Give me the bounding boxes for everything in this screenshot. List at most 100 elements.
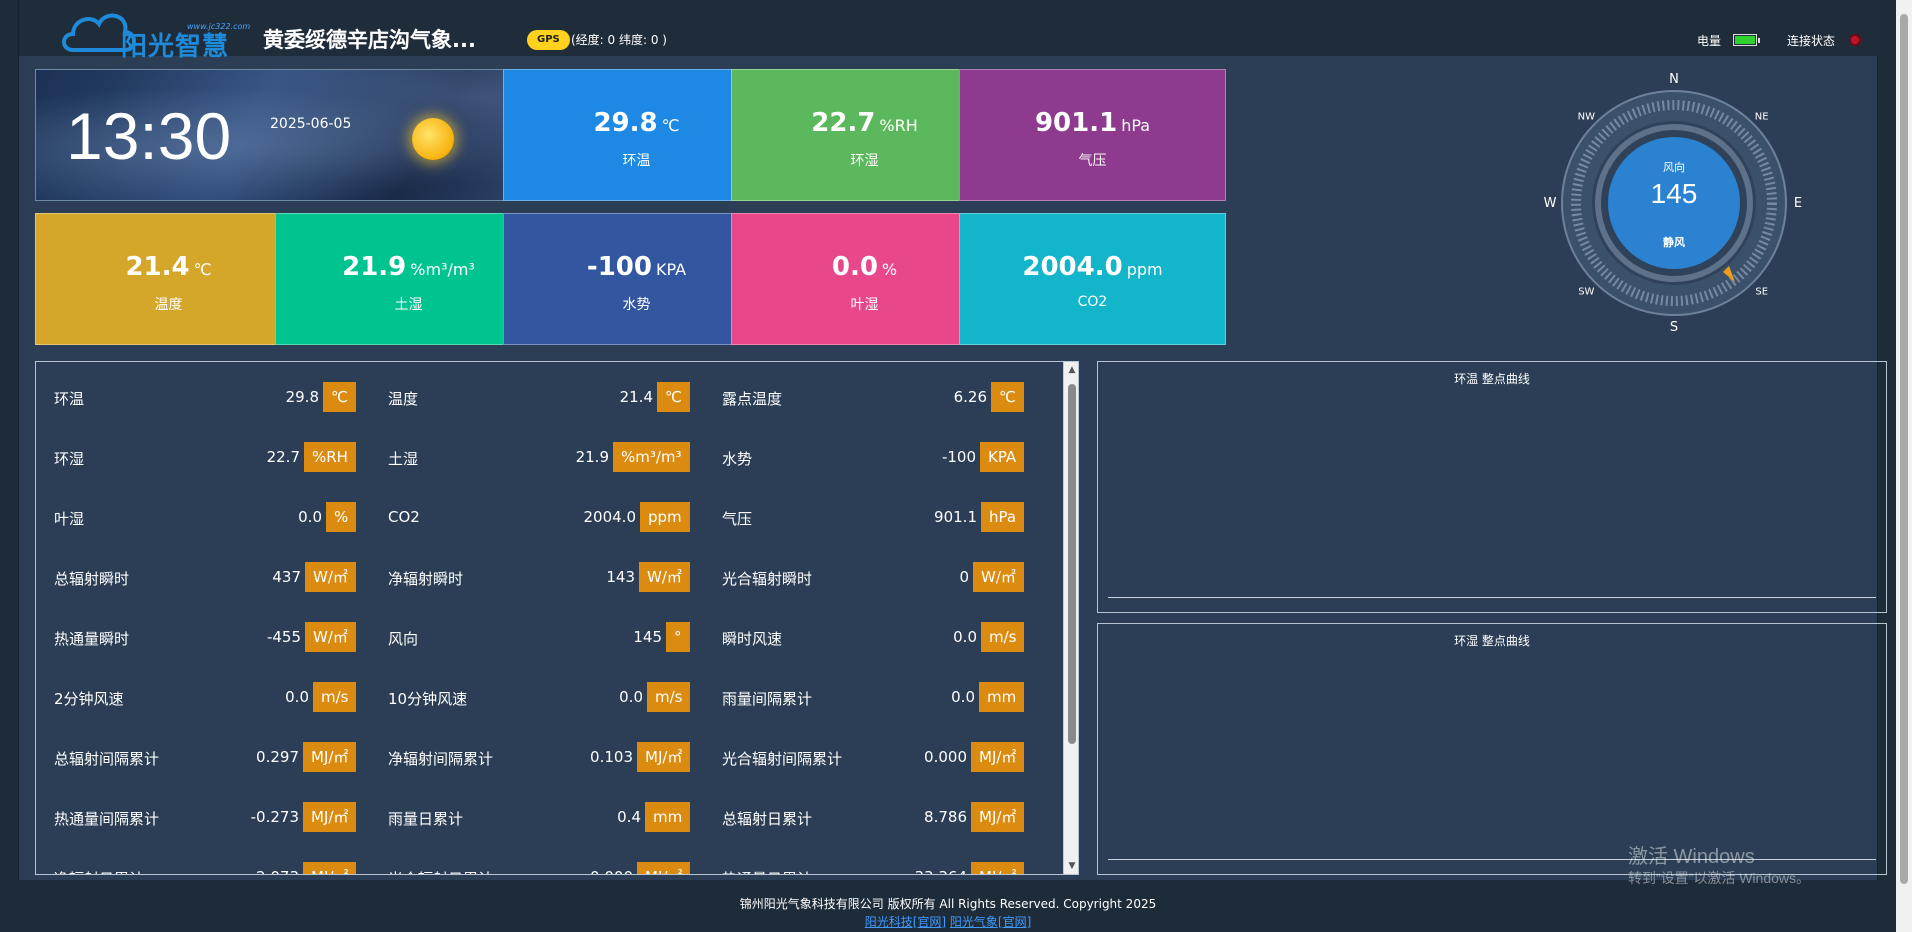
reading-value: -33.364: [909, 868, 967, 874]
readings-row: 热通量间隔累计 -0.273 MJ/㎡ 雨量日累计 0.4 mm 总辐射日累计 8.786 MJ…: [36, 802, 1063, 832]
tile-unit: %RH: [879, 116, 918, 135]
tile-label: CO2: [1077, 294, 1108, 310]
readings-row: 总辐射间隔累计 0.297 MJ/㎡ 净辐射间隔累计 0.103 MJ/㎡ 光合辐射间隔累计…: [36, 742, 1063, 772]
scroll-thumb[interactable]: [1068, 384, 1076, 744]
reading-unit: %m³/m³: [613, 442, 690, 472]
reading-unit: W/㎡: [305, 622, 356, 652]
tile-label: 叶湿: [850, 297, 879, 313]
tile-value: -100 KPA: [504, 252, 769, 282]
tile-label: 气压: [1078, 153, 1107, 169]
wind-direction-value: 145: [1651, 178, 1698, 209]
reading-name: 净辐射间隔累计: [388, 750, 494, 768]
reading-unit: MJ/㎡: [637, 742, 691, 772]
reading-unit: m/s: [313, 682, 357, 712]
reading-unit: ℃: [991, 382, 1024, 412]
readings-panel[interactable]: 环温 29.8 ℃ 温度 21.4 ℃ 露点温度 6.26 ℃ 环湿 22.7 %RH 土湿 21.9 %m…: [35, 361, 1079, 875]
reading-unit: MJ/㎡: [303, 802, 357, 832]
readings-row: 环温 29.8 ℃ 温度 21.4 ℃ 露点温度 6.26 ℃: [36, 382, 1063, 412]
battery-icon: [1733, 34, 1760, 46]
reading-name: 气压: [722, 510, 753, 528]
reading-value: -0.273: [250, 808, 299, 826]
tile-pressure: 901.1 hPa 气压: [959, 69, 1226, 201]
chart-x-axis: [1108, 859, 1876, 860]
reading-name: 光合辐射间隔累计: [722, 750, 843, 768]
tile-number: 0.0: [831, 252, 878, 282]
reading-unit: MJ/㎡: [303, 742, 357, 772]
reading-value: 8.786: [924, 808, 967, 826]
tile-label: 温度: [154, 297, 183, 313]
reading-name: 热通量间隔累计: [54, 810, 160, 828]
reading-cell: 光合辐射间隔累计 0.000 MJ/㎡: [722, 742, 1042, 772]
reading-value: 0.000: [590, 868, 633, 874]
tile-number: 901.1: [1034, 108, 1118, 138]
readings-row: 净辐射日累计 2.073 MJ/㎡光合辐射日累计 0.000 MJ/㎡热通量日累计 -33…: [36, 862, 1063, 874]
dashboard: www.jc322.com 阳光智慧云 黄委绥德辛店沟气象... GPS (经度…: [18, 0, 1887, 880]
reading-value: 0.103: [590, 748, 633, 766]
reading-value: 143: [606, 568, 635, 586]
reading-value: 2004.0: [583, 508, 637, 526]
compass-dir-sw: SW: [1578, 287, 1594, 298]
footer: 锦州阳光气象科技有限公司 版权所有 All Rights Reserved. C…: [0, 886, 1896, 932]
reading-cell: 温度 21.4 ℃: [388, 382, 708, 412]
reading-unit: mm: [979, 682, 1025, 712]
reading-cell: 总辐射瞬时 437 W/㎡: [54, 562, 374, 592]
reading-value: 0.0: [298, 508, 322, 526]
reading-value: 0.0: [953, 628, 977, 646]
reading-name: 温度: [388, 390, 419, 408]
compass-dir-w: W: [1544, 196, 1557, 211]
reading-cell: 10分钟风速 0.0 m/s: [388, 682, 708, 712]
footer-link-weather[interactable]: 阳光气象[官网]: [950, 915, 1031, 929]
tile-ambient-humidity: 22.7 %RH 环湿: [731, 69, 998, 201]
tile-leaf-wetness: 0.0% 叶湿: [731, 213, 998, 345]
reading-cell: 环湿 22.7 %RH: [54, 442, 374, 472]
reading-cell: 总辐射间隔累计 0.297 MJ/㎡: [54, 742, 374, 772]
page-scroll-thumb[interactable]: [1900, 14, 1908, 884]
reading-cell: 热通量瞬时 -455 W/㎡: [54, 622, 374, 652]
reading-value: 901.1: [934, 508, 977, 526]
reading-unit: W/㎡: [639, 562, 690, 592]
reading-cell: 环温 29.8 ℃: [54, 382, 374, 412]
reading-name: 风向: [388, 630, 419, 648]
reading-value: 0.0: [619, 688, 643, 706]
footer-copyright: 锦州阳光气象科技有限公司 版权所有 All Rights Reserved. C…: [739, 897, 1157, 911]
reading-name: 雨量间隔累计: [722, 690, 813, 708]
reading-cell: 净辐射日累计 2.073 MJ/㎡: [54, 862, 374, 874]
page-scrollbar[interactable]: [1896, 0, 1912, 932]
footer-link-tech[interactable]: 阳光科技[官网]: [865, 915, 946, 929]
tile-value: 29.8 ℃: [504, 108, 769, 138]
reading-unit: MJ/㎡: [637, 862, 691, 874]
reading-name: 总辐射日累计: [722, 810, 813, 828]
reading-name: 热通量日累计: [722, 868, 812, 874]
reading-unit: hPa: [981, 502, 1025, 532]
reading-value: 0.0: [285, 688, 309, 706]
chart-x-axis: [1108, 597, 1876, 598]
gps-badge: GPS: [527, 30, 570, 50]
reading-value: 437: [272, 568, 301, 586]
reading-unit: ℃: [657, 382, 690, 412]
tile-number: 2004.0: [1022, 252, 1123, 282]
tile-unit: ℃: [193, 260, 212, 279]
reading-cell: 热通量日累计 -33.364 MJ/㎡: [722, 862, 1042, 874]
clock-time: 13:30: [66, 99, 232, 173]
reading-unit: W/㎡: [973, 562, 1024, 592]
reading-name: CO2: [388, 508, 420, 526]
reading-cell: 叶湿 0.0%: [54, 502, 374, 532]
scroll-down-icon[interactable]: ▼: [1064, 858, 1078, 874]
reading-unit: W/㎡: [305, 562, 356, 592]
scroll-up-icon[interactable]: ▲: [1064, 362, 1078, 378]
readings-row: 2分钟风速 0.0 m/s 10分钟风速 0.0 m/s 雨量间隔累计 0.0 mm: [36, 682, 1063, 712]
tile-soil-moisture: 21.9 %m³/m³ 土湿: [275, 213, 542, 345]
reading-cell: 气压 901.1 hPa: [722, 502, 1042, 532]
footer-links: 阳光科技[官网] 阳光气象[官网]: [0, 913, 1896, 930]
reading-name: 雨量日累计: [388, 810, 464, 828]
chart-title: 环温 整点曲线: [1454, 372, 1530, 386]
tile-value: 22.7 %RH: [732, 108, 997, 138]
reading-name: 净辐射瞬时: [388, 570, 464, 588]
reading-value: 0.4: [617, 808, 641, 826]
compass-dir-ne: NE: [1755, 111, 1769, 122]
readings-scrollbar[interactable]: ▲ ▼: [1063, 362, 1078, 874]
reading-value: 0.297: [256, 748, 299, 766]
reading-value: 0.0: [951, 688, 975, 706]
reading-value: 21.9: [575, 448, 609, 466]
reading-unit: ppm: [640, 502, 690, 532]
